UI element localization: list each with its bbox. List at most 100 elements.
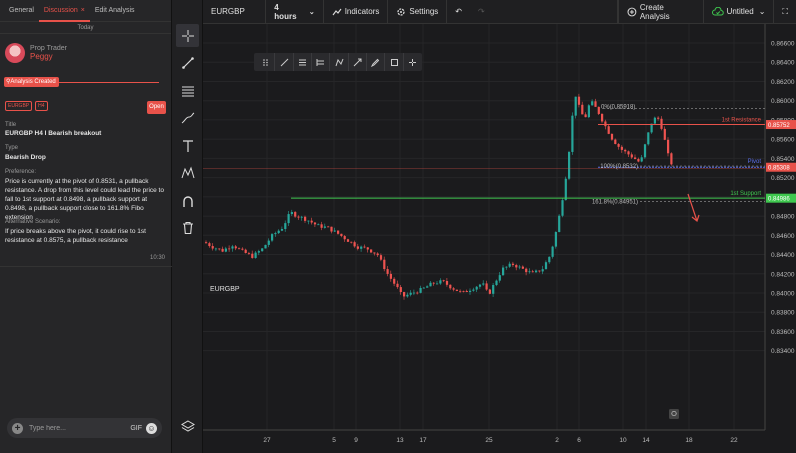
candle-body	[518, 266, 521, 268]
analysis-created-text: Analysis Created	[10, 79, 56, 85]
open-button[interactable]: Open	[147, 101, 166, 114]
candle-body	[584, 114, 587, 118]
candle-body	[376, 253, 379, 256]
y-tick-label: 0.86600	[771, 41, 795, 48]
delete-tool[interactable]	[176, 216, 199, 239]
text-icon	[182, 139, 193, 152]
x-tick-label: 5	[332, 437, 336, 444]
candle-body	[247, 253, 251, 254]
draw-crosshair-button[interactable]	[404, 53, 422, 71]
settings-button[interactable]: Settings	[388, 0, 448, 24]
gif-button[interactable]: GIF	[130, 425, 142, 432]
draw-rectangle-button[interactable]	[385, 53, 404, 71]
tags: EURGBP H4	[5, 101, 48, 111]
y-tick-label: 0.85600	[771, 137, 795, 144]
draw-line-button[interactable]	[275, 53, 294, 71]
brush-tool[interactable]	[176, 106, 199, 129]
add-icon[interactable]: +	[12, 422, 23, 434]
candle-body	[498, 275, 501, 281]
price-chart[interactable]: 0.866000.864000.862000.860000.858000.856…	[203, 24, 796, 453]
x-tick-label: 2	[555, 437, 559, 444]
tab-discussion[interactable]: Discussion ×	[38, 0, 90, 22]
chart-area[interactable]: 0.866000.864000.862000.860000.858000.856…	[203, 24, 796, 453]
emoji-icon[interactable]: ☺	[146, 422, 157, 434]
candle-body	[363, 246, 366, 248]
y-tick-label: 0.84200	[771, 271, 795, 278]
candle-body	[234, 246, 237, 249]
discussion-panel: General Discussion × Edit Analysis Today …	[0, 0, 172, 453]
message-input[interactable]	[29, 424, 131, 432]
fibo-label: 161.8%(0.84951)	[592, 200, 638, 206]
candle-body	[436, 283, 439, 285]
draw-shape-button[interactable]	[330, 53, 349, 71]
candle-body	[274, 233, 277, 235]
candle-body	[416, 292, 419, 294]
draw-channel-button[interactable]	[294, 53, 313, 71]
message-time: 10:30	[150, 255, 166, 261]
draw-fib-button[interactable]	[312, 53, 331, 71]
y-tick-label: 0.83400	[771, 348, 795, 355]
candle-body	[452, 288, 455, 290]
candle-body	[568, 151, 571, 179]
candle-body	[214, 248, 218, 250]
candle-body	[287, 214, 290, 224]
layers-tool[interactable]	[176, 414, 199, 437]
type-value: Bearish Drop	[5, 154, 46, 161]
candle-body	[627, 151, 630, 155]
candle-body	[396, 283, 399, 288]
tab-general[interactable]: General	[4, 0, 39, 22]
indicators-label: Indicators	[344, 7, 380, 16]
pattern-tool[interactable]	[176, 161, 199, 184]
candle-body	[531, 271, 534, 273]
candle-body	[541, 269, 544, 272]
candle-body	[353, 242, 356, 247]
candle-body	[330, 226, 333, 232]
x-tick-label: 17	[419, 437, 427, 444]
candle-body	[412, 292, 416, 294]
redo-button[interactable]: ↷	[470, 0, 618, 24]
candle-body	[492, 285, 495, 294]
candle-body	[399, 287, 402, 293]
crosshair-tool[interactable]	[176, 24, 199, 47]
candle-body	[670, 153, 673, 165]
app-window: General Discussion × Edit Analysis Today …	[0, 0, 796, 453]
indicators-button[interactable]: Indicators	[324, 0, 389, 24]
y-tick-label: 0.86200	[771, 79, 795, 86]
candle-body	[577, 96, 581, 105]
trendline-tool[interactable]	[176, 51, 199, 74]
alt-scenario-value: If price breaks above the pivot, it coul…	[5, 228, 146, 244]
undo-icon: ↶	[455, 7, 462, 16]
author-name[interactable]: Peggy	[30, 52, 67, 61]
draw-brush-button[interactable]	[367, 53, 386, 71]
indicators-icon	[332, 8, 342, 15]
candle-body	[630, 154, 633, 158]
close-icon[interactable]: ×	[81, 7, 85, 14]
candle-body	[472, 289, 475, 291]
text-tool[interactable]	[176, 134, 199, 157]
candle-body	[607, 126, 610, 134]
undo-button[interactable]: ↶	[447, 0, 470, 24]
magnet-tool[interactable]	[176, 189, 199, 212]
y-tick-label: 0.84600	[771, 233, 795, 240]
layers-icon	[180, 419, 195, 432]
candle-body	[465, 290, 468, 292]
drag-handle[interactable]	[257, 53, 276, 71]
fullscreen-button[interactable]: ⛶	[774, 0, 796, 24]
candle-body	[224, 248, 227, 252]
timeframe-selector[interactable]: 4 hours ⌄	[266, 0, 324, 24]
candle-body	[290, 212, 293, 215]
draw-arrow-button[interactable]	[349, 53, 368, 71]
candle-body	[574, 96, 577, 116]
message-composer: + GIF ☺	[7, 418, 162, 438]
candle-body	[442, 280, 445, 282]
candle-body	[614, 139, 617, 145]
avatar[interactable]	[5, 43, 25, 63]
tab-edit-analysis[interactable]: Edit Analysis	[90, 0, 140, 22]
candle-body	[508, 263, 511, 267]
layout-name-button[interactable]: Untitled ⌄	[704, 0, 775, 24]
candle-body	[558, 215, 561, 233]
symbol-selector[interactable]: EURGBP	[203, 0, 267, 24]
fib-tool[interactable]	[176, 79, 199, 102]
create-analysis-button[interactable]: Create Analysis	[618, 0, 704, 24]
shape-icon	[335, 58, 344, 66]
